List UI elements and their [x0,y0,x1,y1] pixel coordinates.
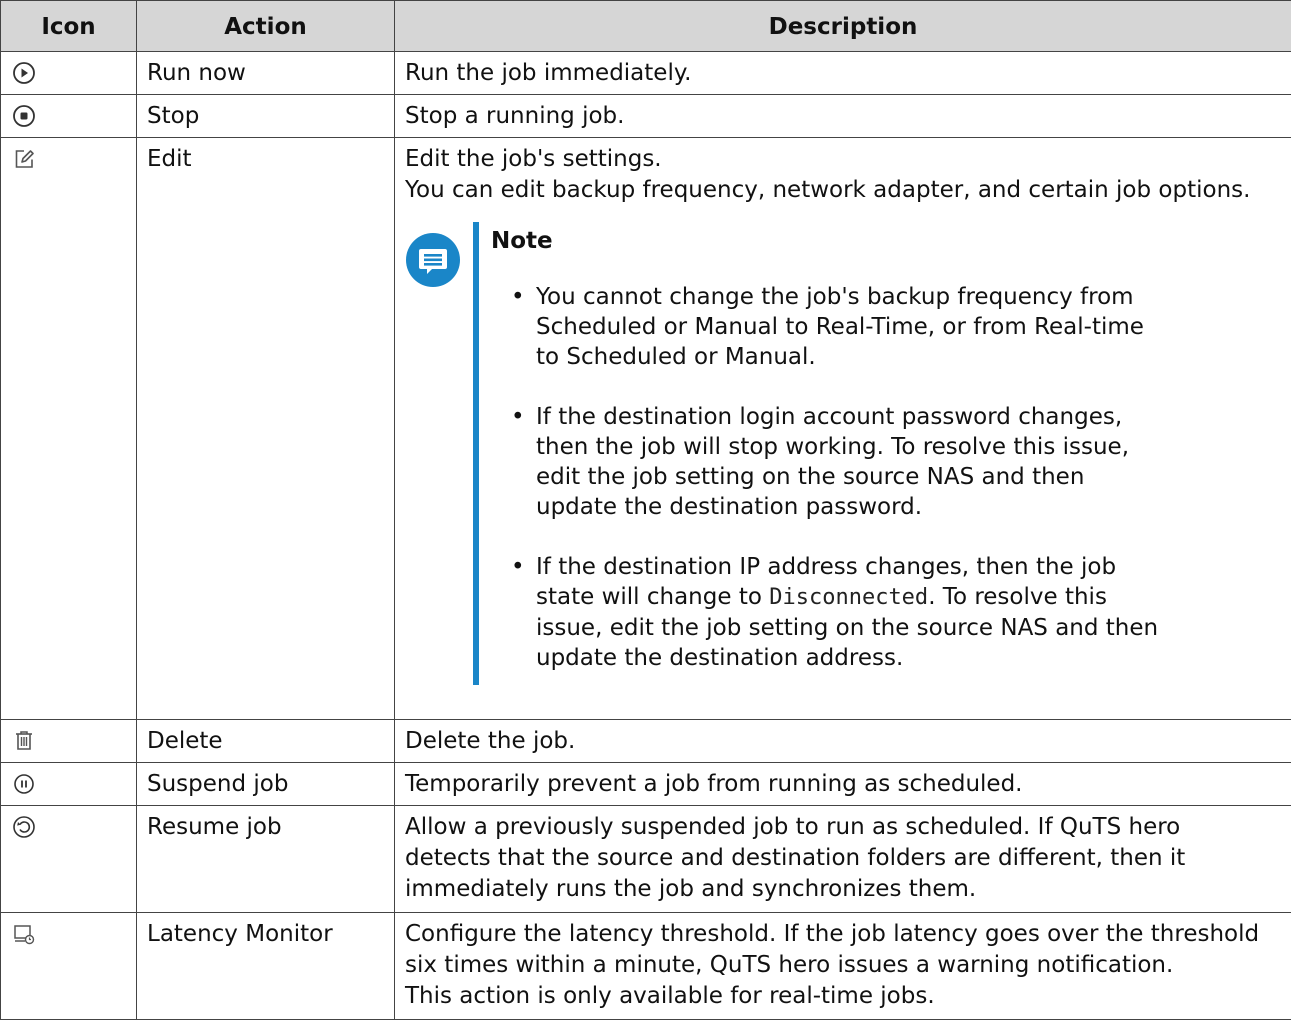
description-line: six times within a minute, QuTS hero iss… [405,950,1281,981]
description-cell: Delete the job. [395,720,1291,763]
note-line: Scheduled or Manual to Real-Time, or fro… [536,312,1281,342]
list-item: • You cannot change the job's backup fre… [491,282,1281,372]
action-cell: Edit [137,138,395,720]
table-row: Delete Delete the job. [1,720,1291,763]
note-line: update the destination password. [536,492,1281,522]
action-cell: Run now [137,52,395,95]
description-cell: Temporarily prevent a job from running a… [395,763,1291,806]
icon-cell [1,806,137,913]
note-line: update the destination address. [536,643,1281,673]
note-line: to Scheduled or Manual. [536,342,1281,372]
trash-icon [11,728,37,754]
bullet-icon: • [511,552,525,582]
table-row: Stop Stop a running job. [1,95,1291,138]
description-line: immediately runs the job and synchronize… [405,874,1281,905]
note-line: You cannot change the job's backup frequ… [536,282,1281,312]
note-line: edit the job setting on the source NAS a… [536,462,1281,492]
action-cell: Stop [137,95,395,138]
icon-cell [1,720,137,763]
description-cell: Allow a previously suspended job to run … [395,806,1291,913]
description-line: Delete the job. [405,726,1281,757]
icon-cell [1,913,137,1020]
description-line: detects that the source and destination … [405,843,1281,874]
table-row: Latency Monitor Configure the latency th… [1,913,1291,1020]
description-line: You can edit backup frequency, network a… [405,175,1281,206]
table-row: Run now Run the job immediately. [1,52,1291,95]
table-row: Edit Edit the job's settings. You can ed… [1,138,1291,720]
table-row: Resume job Allow a previously suspended … [1,806,1291,913]
note-line: state will change to Disconnected. To re… [536,582,1281,613]
bullet-icon: • [511,402,525,432]
bullet-icon: • [511,282,525,312]
action-cell: Suspend job [137,763,395,806]
description-cell: Stop a running job. [395,95,1291,138]
note-callout: Note • You cannot change the job's backu… [405,222,1281,685]
action-cell: Delete [137,720,395,763]
list-item: • If the destination IP address changes,… [491,552,1281,673]
note-line: issue, edit the job setting on the sourc… [536,613,1281,643]
action-cell: Resume job [137,806,395,913]
note-list: • You cannot change the job's backup fre… [491,282,1281,673]
description-line: Configure the latency threshold. If the … [405,919,1281,950]
icon-cell [1,95,137,138]
header-description: Description [395,1,1291,52]
note-line: If the destination login account passwor… [536,402,1281,432]
job-actions-table: Icon Action Description Run now Run the … [0,0,1291,1020]
resume-circle-icon [11,814,37,840]
header-action: Action [137,1,395,52]
play-circle-icon [11,60,37,86]
description-line: This action is only available for real-t… [405,981,1281,1012]
stop-circle-icon [11,103,37,129]
note-line: then the job will stop working. To resol… [536,432,1281,462]
note-speech-bubble-icon [405,232,461,288]
description-line: Edit the job's settings. [405,144,1281,175]
note-body: Note • You cannot change the job's backu… [491,222,1281,703]
note-line: If the destination IP address changes, t… [536,552,1281,582]
icon-cell [1,52,137,95]
description-line: Run the job immediately. [405,58,1281,89]
description-line: Temporarily prevent a job from running a… [405,769,1281,800]
table-row: Suspend job Temporarily prevent a job fr… [1,763,1291,806]
description-cell: Configure the latency threshold. If the … [395,913,1291,1020]
icon-cell [1,138,137,720]
description-line: Stop a running job. [405,101,1281,132]
note-title: Note [491,226,1281,256]
note-text: state will change to [536,584,769,610]
description-cell: Edit the job's settings. You can edit ba… [395,138,1291,720]
pause-circle-icon [11,771,37,797]
list-item: • If the destination login account passw… [491,402,1281,522]
latency-monitor-icon [11,921,37,947]
icon-cell [1,763,137,806]
table-header-row: Icon Action Description [1,1,1291,52]
note-accent-bar [473,222,479,685]
edit-icon [11,146,37,172]
action-cell: Latency Monitor [137,913,395,1020]
description-cell: Run the job immediately. [395,52,1291,95]
note-text: . To resolve this [928,584,1107,610]
header-icon: Icon [1,1,137,52]
disconnected-state-code: Disconnected [769,585,928,610]
description-line: Allow a previously suspended job to run … [405,812,1281,843]
